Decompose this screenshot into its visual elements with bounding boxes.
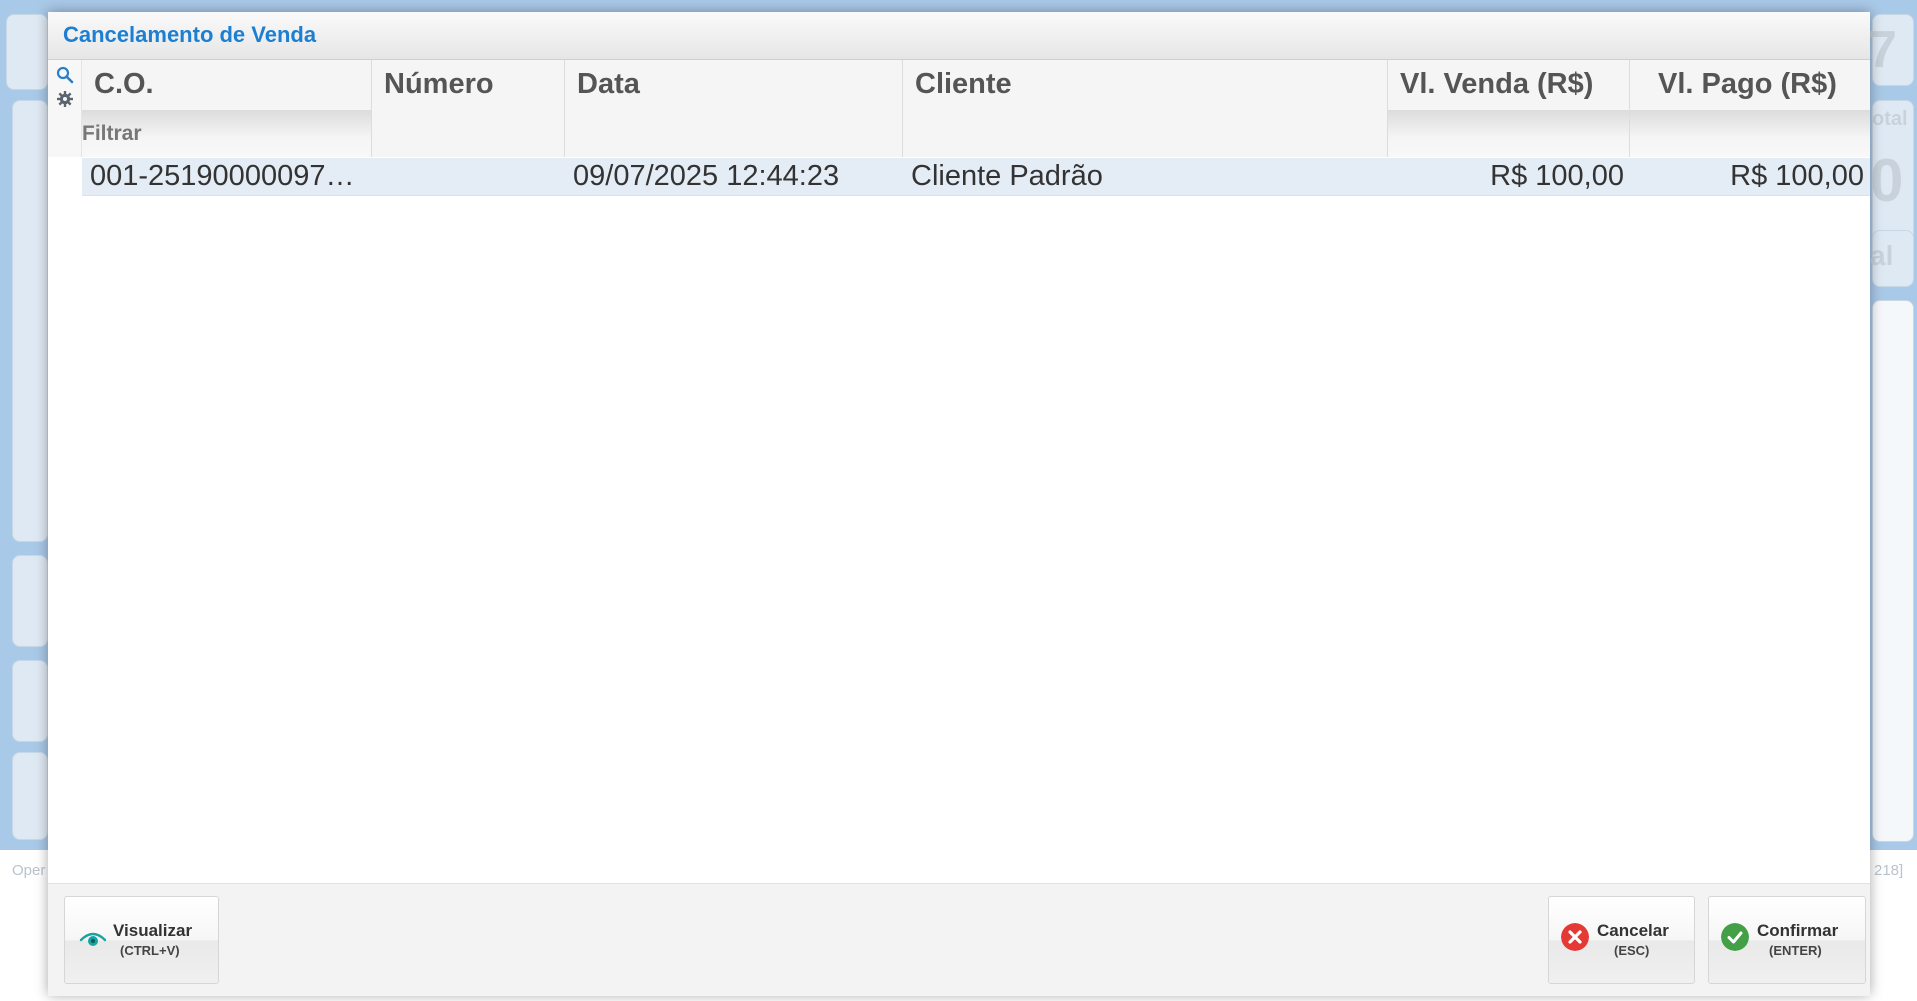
eye-icon [79,932,107,946]
search-icon[interactable] [56,66,74,84]
cancel-button-shortcut: (ESC) [1614,943,1650,958]
column-label-vl-pago: Vl. Pago (R$) [1658,68,1837,100]
column-label-numero: Número [384,68,494,100]
cancel-button[interactable]: Cancelar (ESC) [1548,896,1695,984]
bg-status-right: 218] [1874,862,1904,879]
bg-card-top-left [6,14,48,90]
cell-data: 09/07/2025 12:44:23 [573,160,840,192]
bg-card-left-2 [12,555,48,647]
bg-card-left-3 [12,660,48,742]
cell-co: 001-25190000097… [90,160,355,192]
gear-icon[interactable] [56,90,74,108]
dialog-title-bar[interactable]: Cancelamento de Venda [48,12,1870,60]
column-header-numero[interactable]: Número [372,60,565,157]
column-label-data: Data [577,68,640,100]
column-header-vl-pago[interactable]: Vl. Pago (R$) [1630,60,1870,157]
bg-card-left-1 [12,100,48,542]
column-label-co: C.O. [94,68,154,100]
view-button[interactable]: Visualizar (CTRL+V) [64,896,219,984]
column-header-data[interactable]: Data [565,60,903,157]
check-circle-icon [1721,923,1749,951]
filter-placeholder: Filtrar [82,122,142,145]
close-circle-icon [1561,923,1589,951]
bg-status-left: Oper [12,862,46,879]
view-button-shortcut: (CTRL+V) [120,943,180,958]
table-row[interactable]: 001-25190000097… 09/07/2025 12:44:23 Cli… [82,158,1870,196]
bg-label-al: al [1870,240,1894,271]
cell-numero [380,158,565,195]
dialog-title: Cancelamento de Venda [63,22,317,47]
bg-label-seven: 7 [1868,21,1897,79]
column-label-cliente: Cliente [915,68,1012,100]
filter-input-vl-venda[interactable] [1388,110,1629,157]
bg-label-total: otal [1872,108,1908,130]
column-header-cliente[interactable]: Cliente [903,60,1388,157]
confirm-button[interactable]: Confirmar (ENTER) [1708,896,1866,984]
confirm-button-shortcut: (ENTER) [1769,943,1822,958]
bg-label-value: 0 [1870,147,1904,214]
column-header-co[interactable]: C.O. Filtrar [82,60,372,157]
cancel-button-label: Cancelar [1597,921,1669,940]
cell-cliente: Cliente Padrão [911,160,1103,192]
bg-card-left-4 [12,752,48,840]
dialog-footer: Visualizar (CTRL+V) Cancelar (ESC) Confi… [48,883,1870,996]
cell-vl-venda: R$ 100,00 [1490,160,1624,192]
column-label-vl-venda: Vl. Venda (R$) [1400,68,1594,100]
view-button-label: Visualizar [113,921,193,940]
grid-tools [48,60,82,157]
cancel-sale-dialog: Cancelamento de Venda C.O. Filtrar Númer… [48,12,1870,996]
confirm-button-label: Confirmar [1757,921,1839,940]
filter-input-vl-pago[interactable] [1630,110,1870,157]
column-header-vl-venda[interactable]: Vl. Venda (R$) [1388,60,1630,157]
cell-vl-pago: R$ 100,00 [1730,160,1864,192]
sales-grid: C.O. Filtrar Número Data Cliente Vl. Ven… [48,60,1870,895]
bg-card-right-4 [1872,300,1914,842]
